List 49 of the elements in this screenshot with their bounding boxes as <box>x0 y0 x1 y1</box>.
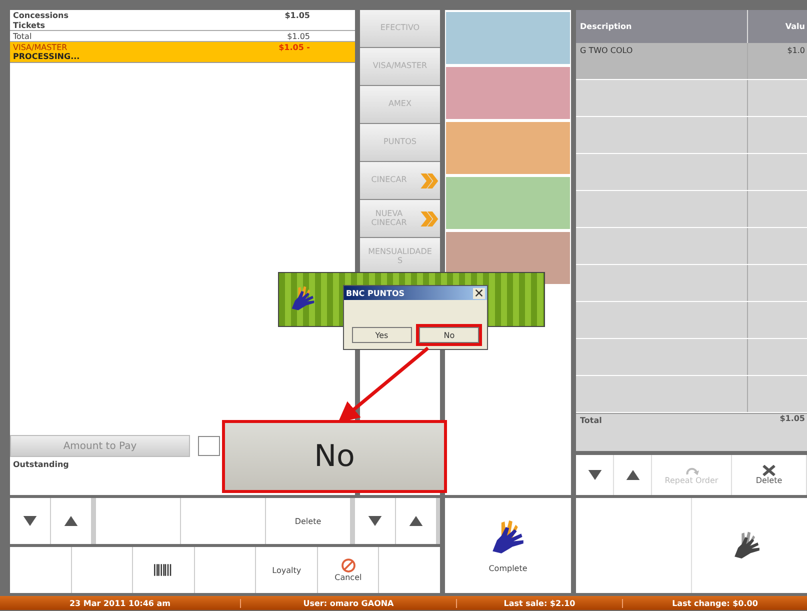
up-arrow-button[interactable] <box>396 498 436 544</box>
cancel-icon <box>340 558 356 573</box>
receipt-amount: $1.05 <box>287 32 310 41</box>
table-cell: $1.0 <box>747 43 807 79</box>
curved-arrow-icon <box>684 465 700 476</box>
cancel-button[interactable]: Cancel <box>318 547 378 593</box>
dialog-button[interactable]: Yes <box>352 327 412 343</box>
barcode-icon <box>153 563 174 577</box>
outstanding-label: Outstanding <box>12 459 70 469</box>
up-arrow-icon <box>64 516 78 526</box>
status-text: Last sale: $2.10 <box>457 598 623 608</box>
receipt-label: Concessions <box>13 11 68 20</box>
banknote-button[interactable] <box>446 12 570 64</box>
down-arrow-icon <box>368 516 382 526</box>
banknote-button[interactable] <box>446 177 570 229</box>
receipt-label: Total <box>13 32 32 41</box>
banknote-button[interactable] <box>446 67 570 119</box>
dialog-title: BNC PUNTOS <box>346 288 405 298</box>
up-arrow-icon <box>409 516 423 526</box>
barcode-button[interactable] <box>133 547 194 593</box>
up-arrow-button[interactable] <box>51 498 91 544</box>
loyalty-button[interactable]: Loyalty <box>256 547 317 593</box>
down-arrow-icon <box>588 470 602 480</box>
column-header: Description <box>579 22 633 31</box>
banknote-button[interactable] <box>446 122 570 174</box>
up-arrow-icon <box>626 470 640 480</box>
total-label: Total <box>579 415 603 427</box>
status-text: Last change: $0.00 <box>671 598 759 608</box>
down-arrow-button[interactable] <box>10 498 50 544</box>
payment-status: PROCESSING... <box>13 52 81 61</box>
status-text: 23 Mar 2011 10:46 am <box>0 598 241 608</box>
amount-input[interactable] <box>198 436 220 456</box>
table-cell-text: G TWO COLO <box>579 45 634 57</box>
order-row[interactable]: G TWO COLO $1.0 <box>576 43 807 80</box>
payment-method: VISA/MASTER <box>13 43 68 52</box>
down-arrow-button[interactable] <box>355 498 395 544</box>
close-button[interactable] <box>473 288 485 298</box>
close-icon <box>475 289 483 297</box>
receipt-label: Tickets <box>13 21 46 30</box>
status-text: User: omaro GAONA <box>241 598 457 608</box>
complete-button[interactable]: Complete <box>445 498 571 593</box>
x-icon <box>761 465 777 476</box>
down-arrow-icon <box>23 516 37 526</box>
payment-amount: $1.05 - <box>278 43 310 52</box>
delete-button[interactable]: Delete <box>266 498 350 544</box>
receipt-amount: $1.05 <box>284 11 310 20</box>
dialog-button[interactable]: No <box>419 327 480 343</box>
total-value: $1.05 <box>778 414 806 425</box>
payment-row[interactable]: VISA/MASTER $1.05 - PROCESSING... <box>10 42 355 63</box>
